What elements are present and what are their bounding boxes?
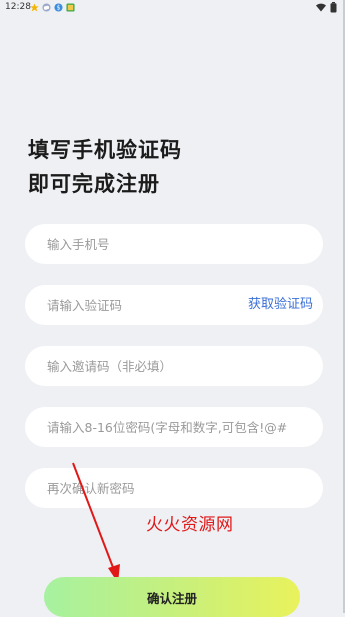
app-icon: $ <box>54 3 63 12</box>
title-line-1: 填写手机验证码 <box>28 138 182 162</box>
status-bar: 12:28 $ <box>0 0 345 16</box>
watermark-text: 火火资源网 <box>146 515 234 535</box>
battery-icon <box>330 2 337 13</box>
system-icons <box>316 2 337 13</box>
title-line-2: 即可完成注册 <box>28 172 160 196</box>
wifi-icon <box>316 3 326 12</box>
svg-text:$: $ <box>56 5 60 12</box>
code-field[interactable]: 获取验证码 <box>25 285 323 325</box>
star-icon <box>30 3 39 12</box>
status-time: 12:28 <box>5 2 31 12</box>
cloud-icon <box>42 3 51 12</box>
code-input[interactable] <box>47 285 237 325</box>
image-icon <box>66 3 75 12</box>
page-title: 填写手机验证码 即可完成注册 <box>28 133 182 201</box>
confirm-password-input[interactable] <box>47 468 315 508</box>
password-input[interactable] <box>47 407 315 447</box>
phone-input[interactable] <box>47 224 315 264</box>
register-button[interactable]: 确认注册 <box>44 577 300 617</box>
password-field[interactable] <box>25 407 323 447</box>
invite-field[interactable] <box>25 346 323 386</box>
notification-icons: $ <box>30 3 75 12</box>
confirm-password-field[interactable] <box>25 468 323 508</box>
get-code-button[interactable]: 获取验证码 <box>248 285 313 325</box>
phone-field[interactable] <box>25 224 323 264</box>
invite-input[interactable] <box>47 346 315 386</box>
